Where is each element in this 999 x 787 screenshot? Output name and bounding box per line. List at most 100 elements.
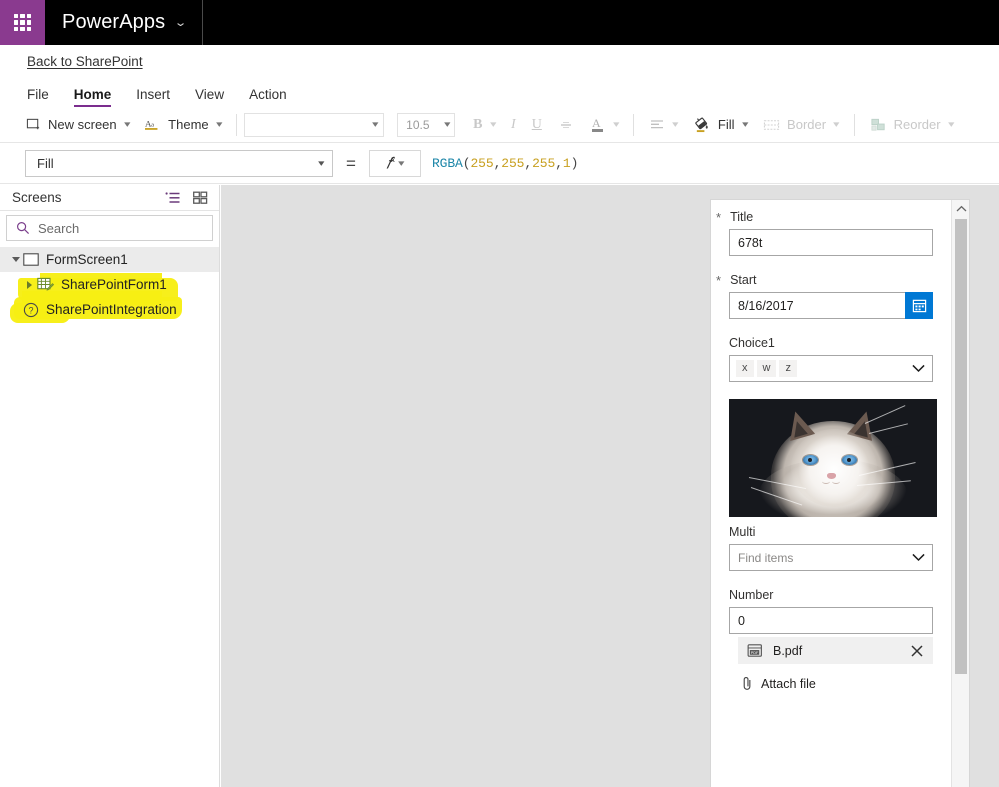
search-input[interactable]: Search: [6, 215, 213, 241]
sharepoint-form-panel: * Title 678t * Start 8/16/2017 Choice1 x…: [711, 200, 969, 787]
menu-item-action[interactable]: Action: [249, 87, 287, 107]
cat-image[interactable]: [729, 399, 937, 517]
new-screen-label: New screen: [48, 117, 117, 132]
chevron-down-icon[interactable]: ▾: [742, 119, 748, 130]
grid-view-icon[interactable]: [193, 191, 208, 205]
fx-button[interactable]: 𝑓x ▾: [368, 150, 421, 177]
border-button[interactable]: Border ▾: [755, 111, 847, 139]
title-input[interactable]: 678t: [729, 229, 933, 256]
italic-button[interactable]: I: [503, 111, 524, 139]
border-label: Border: [787, 117, 827, 132]
attach-file-button[interactable]: Attach file: [741, 676, 933, 691]
chip-w[interactable]: w: [756, 359, 777, 378]
menu-bar: File Home Insert View Action: [0, 77, 999, 107]
chevron-down-icon[interactable]: ▾: [490, 119, 496, 130]
app-title: PowerApps: [62, 11, 166, 33]
paint-bucket-icon: [694, 116, 711, 133]
formula-bar: Fill ▾ = 𝑓x ▾ RGBA(255, 255, 255, 1): [0, 144, 999, 184]
menu-item-home[interactable]: Home: [73, 87, 111, 107]
number-value: 0: [738, 613, 745, 628]
chevron-down-icon[interactable]: ▾: [372, 119, 378, 130]
chevron-down-icon[interactable]: ▾: [672, 119, 678, 130]
choice1-dropdown[interactable]: x w z: [729, 355, 933, 382]
form-field-title: * Title 678t: [716, 210, 933, 256]
formula-input[interactable]: RGBA(255, 255, 255, 1): [420, 150, 999, 177]
start-date-value: 8/16/2017: [738, 298, 794, 313]
calendar-icon: [912, 298, 927, 313]
menu-item-insert[interactable]: Insert: [136, 87, 170, 107]
underline-button[interactable]: U: [524, 111, 550, 139]
label-text: Title: [730, 210, 754, 224]
cat-eye-left: [803, 455, 818, 465]
tree-item-sharepointintegration[interactable]: ? SharePointIntegration: [0, 297, 219, 322]
brand-area[interactable]: PowerApps ⌄: [45, 0, 187, 45]
formula-function-name: RGBA: [431, 156, 463, 171]
chevron-down-icon[interactable]: ▾: [319, 158, 325, 169]
multi-dropdown[interactable]: Find items: [729, 544, 933, 571]
bold-button[interactable]: B ▾: [465, 111, 503, 139]
border-icon: [763, 118, 780, 132]
formula-comma-1: ,: [493, 156, 502, 171]
chip-x[interactable]: x: [736, 359, 754, 378]
property-value: Fill: [37, 156, 54, 171]
chevron-down-icon[interactable]: ▾: [613, 119, 619, 130]
chevron-down-icon[interactable]: ▾: [948, 119, 954, 130]
waffle-menu-button[interactable]: [0, 0, 45, 45]
number-input[interactable]: 0: [729, 607, 933, 634]
strikethrough-button[interactable]: [550, 111, 582, 139]
multi-placeholder: Find items: [738, 550, 794, 565]
chevron-down-icon[interactable]: [912, 553, 925, 562]
form-field-choice1: Choice1 x w z: [729, 336, 933, 382]
menu-item-file[interactable]: File: [27, 87, 49, 107]
back-link-row: Back to SharePoint: [0, 45, 999, 77]
scrollbar-thumb[interactable]: [955, 219, 967, 674]
svg-text:A: A: [592, 116, 601, 130]
font-size-select[interactable]: 10.5 ▾: [397, 112, 456, 137]
menu-item-view[interactable]: View: [195, 87, 224, 107]
form-scrollbar[interactable]: [951, 200, 969, 787]
back-to-sharepoint-link[interactable]: Back to SharePoint: [27, 54, 143, 69]
attachment-item: PDF B.pdf: [738, 637, 933, 664]
reorder-icon: [870, 117, 887, 133]
tree-view-icon[interactable]: [165, 191, 181, 205]
chevron-down-icon[interactable]: ▾: [398, 158, 404, 169]
field-label-number: Number: [729, 588, 933, 602]
tree-item-formscreen1[interactable]: FormScreen1: [0, 247, 219, 272]
field-label-title: * Title: [716, 210, 933, 224]
chip-z[interactable]: z: [779, 359, 797, 378]
chevron-down-icon[interactable]: [912, 364, 925, 373]
new-screen-button[interactable]: New screen ▾: [18, 111, 137, 139]
font-color-button[interactable]: A ▾: [582, 111, 627, 139]
chevron-down-icon[interactable]: ▾: [124, 119, 130, 130]
attachment-file-name: B.pdf: [773, 643, 803, 658]
date-picker-button[interactable]: [905, 292, 933, 319]
brand-divider: [202, 0, 204, 45]
expand-toggle-sharepointform1[interactable]: [22, 280, 37, 289]
chevron-down-icon[interactable]: ▾: [216, 119, 222, 130]
label-text: Start: [730, 273, 757, 287]
font-size-value: 10.5: [406, 117, 430, 132]
tree-item-label: FormScreen1: [46, 252, 128, 267]
reorder-button[interactable]: Reorder ▾: [862, 111, 962, 139]
fill-button[interactable]: Fill ▾: [686, 111, 755, 139]
formula-paren-close: ): [570, 156, 579, 171]
start-date-input[interactable]: 8/16/2017: [729, 292, 905, 319]
chevron-down-icon[interactable]: ▾: [444, 119, 450, 130]
align-button[interactable]: ▾: [641, 111, 686, 139]
property-select[interactable]: Fill ▾: [25, 150, 333, 177]
top-bar: PowerApps ⌄: [0, 0, 999, 45]
chevron-down-icon[interactable]: ⌄: [174, 18, 187, 29]
theme-button[interactable]: Aa Theme ▾: [137, 111, 229, 139]
question-icon: ?: [23, 302, 39, 318]
expand-toggle-formscreen1[interactable]: [8, 257, 23, 262]
font-family-select[interactable]: ▾: [244, 112, 385, 137]
formula-arg-4: 1: [562, 156, 571, 171]
formula-paren-open: (: [462, 156, 471, 171]
formula-arg-3: 255: [532, 156, 556, 171]
scroll-up-button[interactable]: [952, 200, 970, 217]
close-icon[interactable]: [910, 644, 924, 658]
tree-item-sharepointform1[interactable]: SharePointForm1: [0, 272, 219, 297]
formula-comma-2: ,: [524, 156, 533, 171]
form-fields-container: * Title 678t * Start 8/16/2017 Choice1 x…: [711, 200, 951, 787]
chevron-down-icon[interactable]: ▾: [833, 119, 839, 130]
